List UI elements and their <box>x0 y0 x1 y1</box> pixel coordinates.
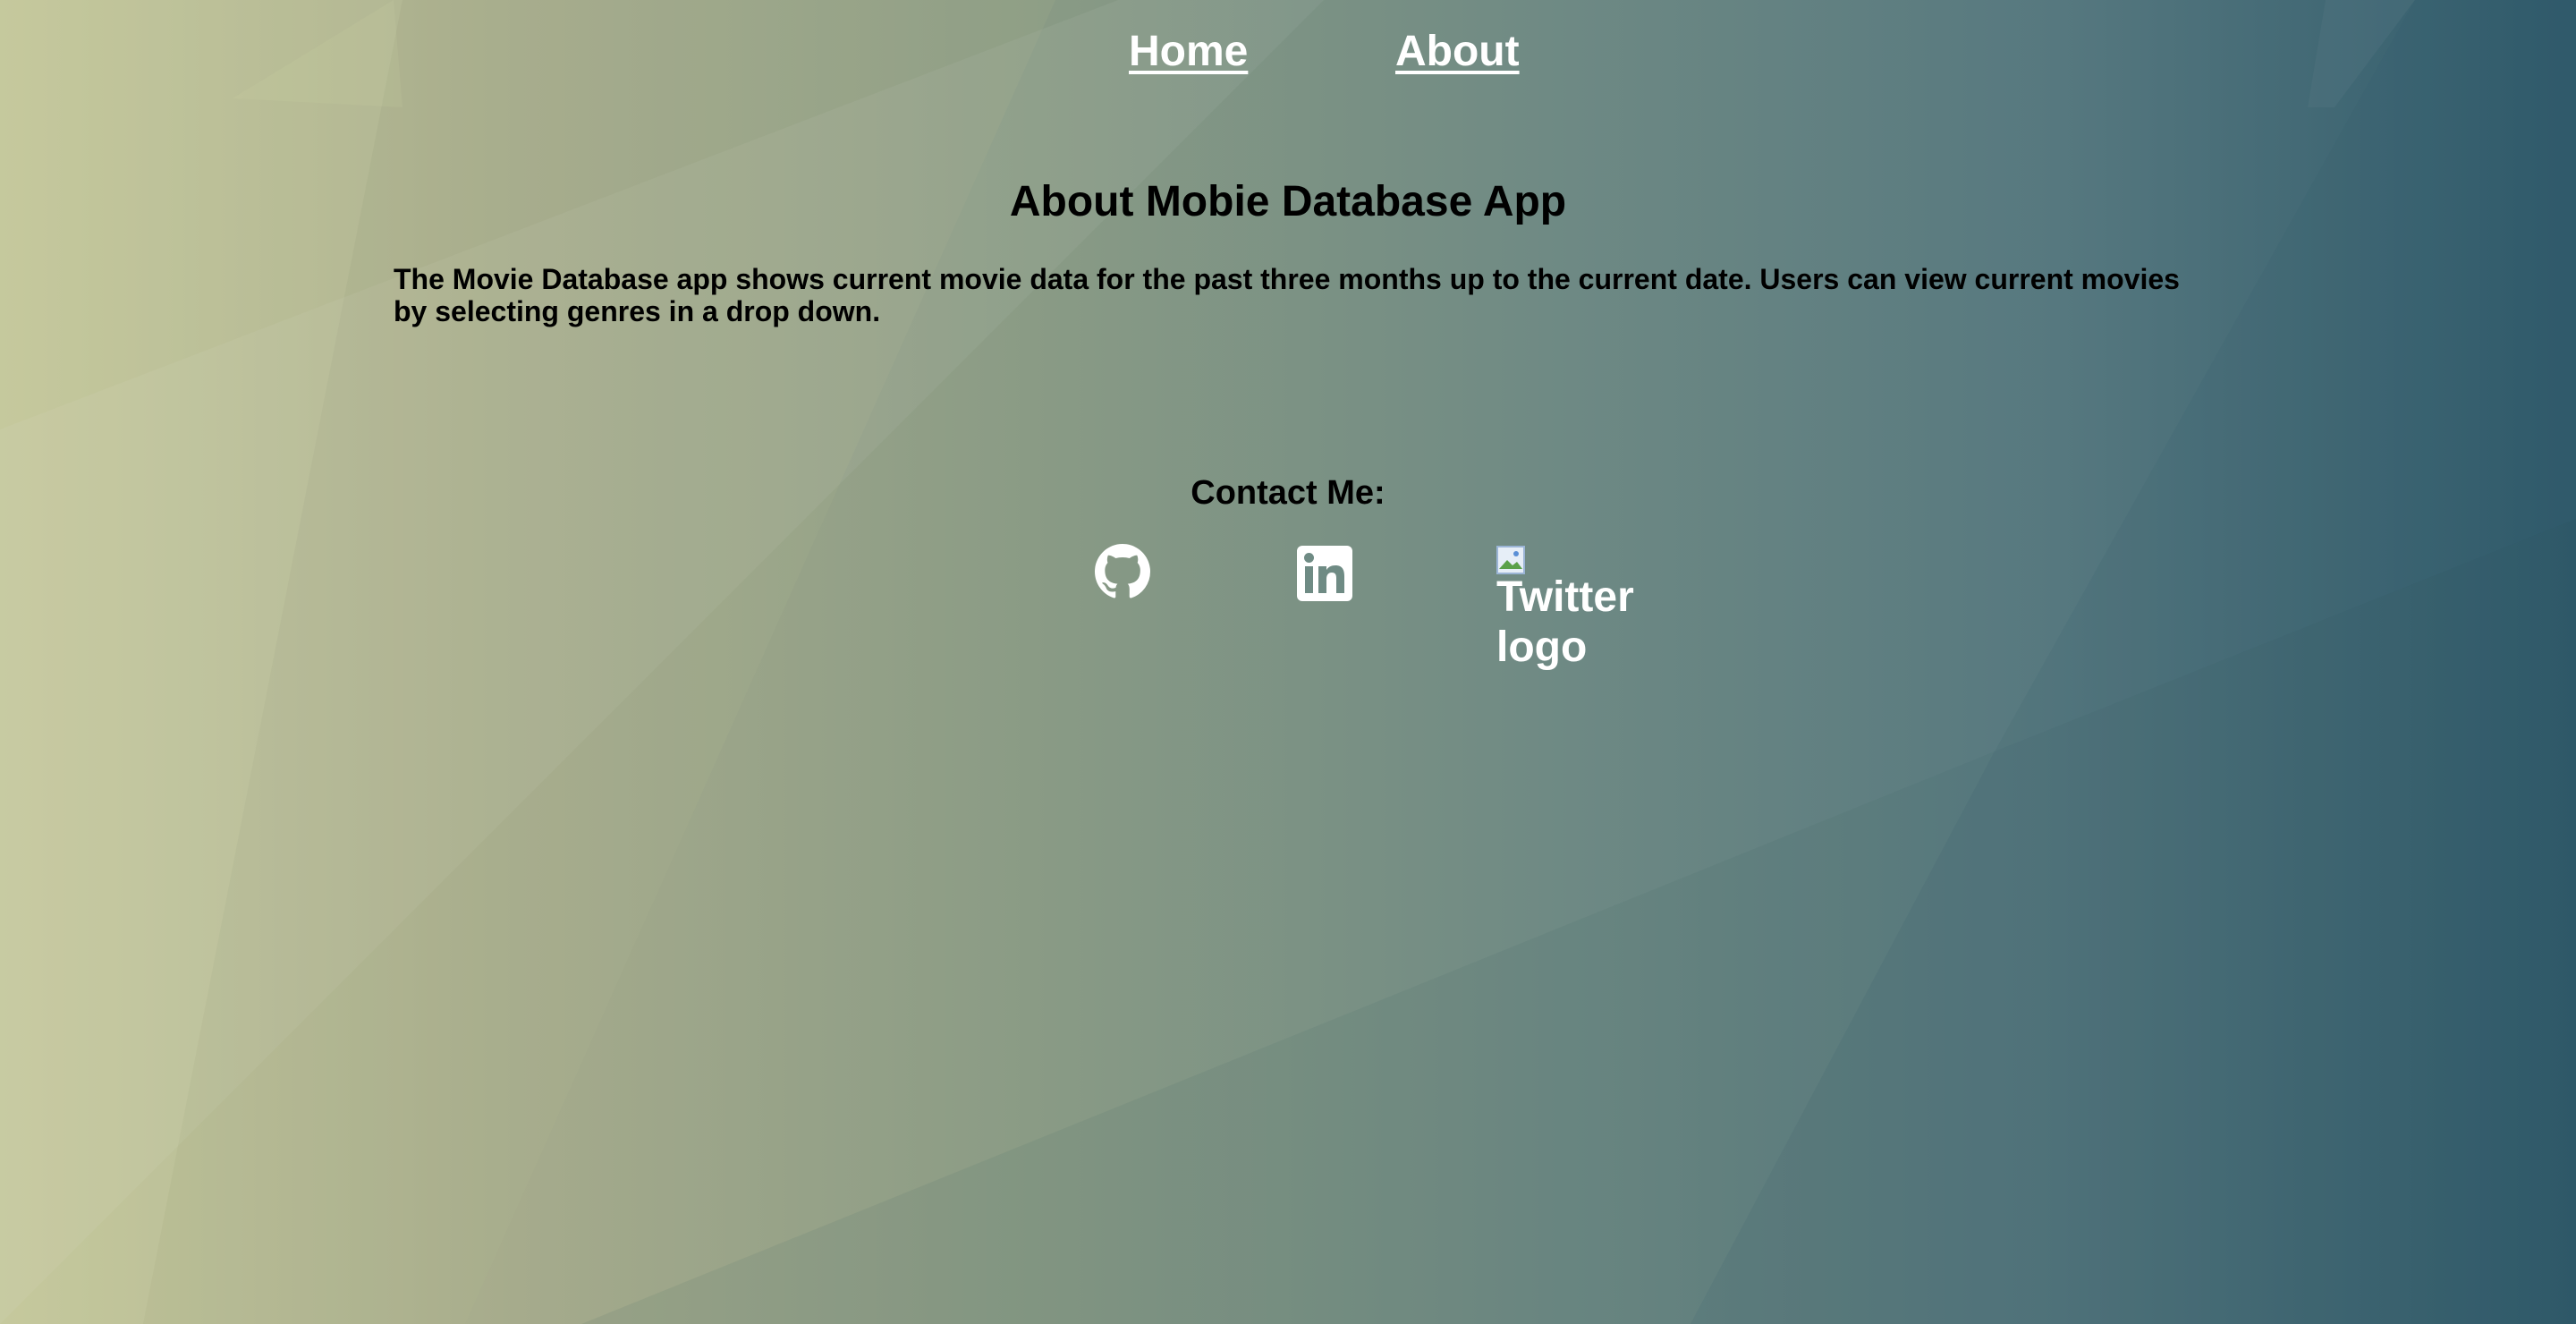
linkedin-icon <box>1297 546 1352 601</box>
nav-link-about[interactable]: About <box>1395 27 1520 76</box>
github-icon <box>1095 544 1150 598</box>
about-description: The Movie Database app shows current mov… <box>394 263 2180 327</box>
broken-image-icon <box>1496 546 1525 574</box>
page-title: About Mobie Database App <box>1009 178 1567 225</box>
twitter-link[interactable]: Twitter logo <box>1496 546 1666 680</box>
twitter-logo-alt-text: Twitter logo <box>1496 573 1634 671</box>
nav-link-home[interactable]: Home <box>1129 27 1248 76</box>
linkedin-link[interactable] <box>1297 546 1352 601</box>
top-nav: Home About <box>0 0 2576 107</box>
github-link[interactable] <box>1095 544 1150 599</box>
contact-heading: Contact Me: <box>1191 474 1385 512</box>
